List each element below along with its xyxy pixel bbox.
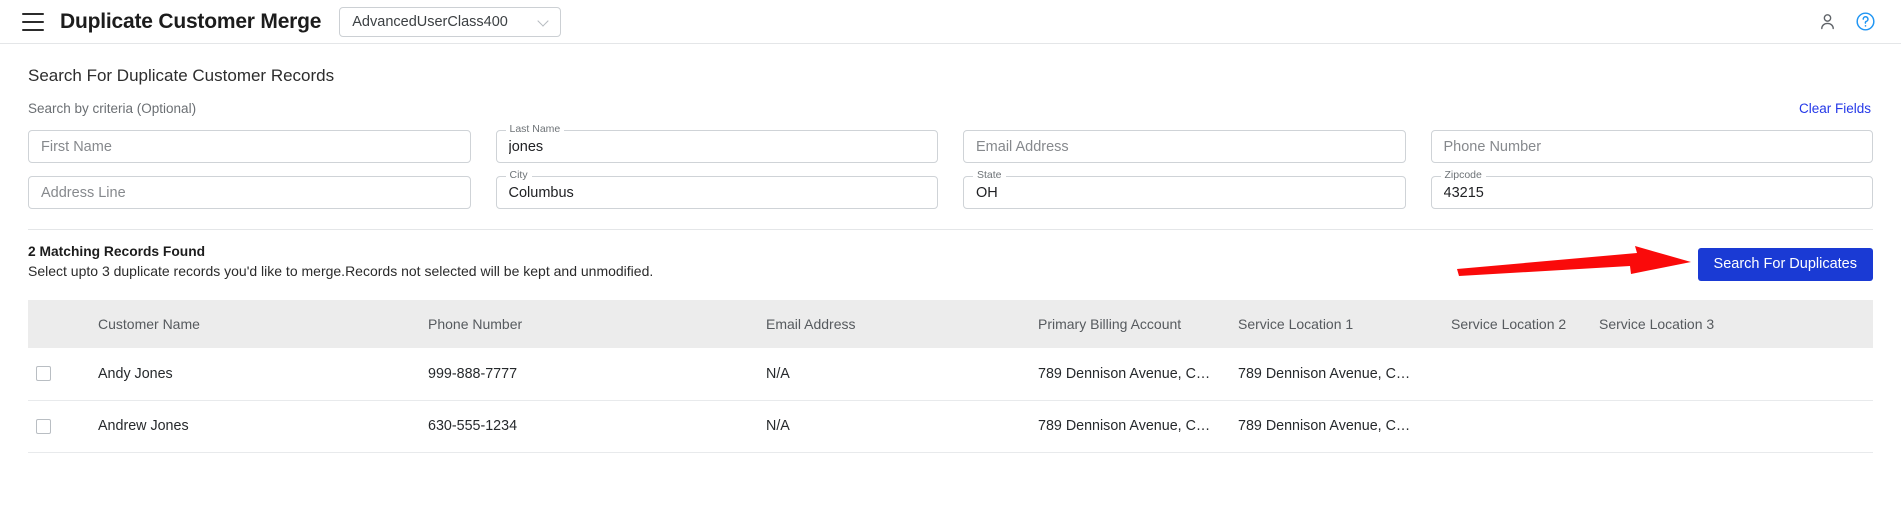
last-name-field[interactable]: Last Name jones bbox=[495, 123, 938, 163]
criteria-row: Search by criteria (Optional) Clear Fiel… bbox=[28, 101, 1873, 116]
cell-service-location-1: 789 Dennison Avenue, C… bbox=[1230, 400, 1443, 453]
results-bar: 2 Matching Records Found Select upto 3 d… bbox=[0, 230, 1901, 284]
user-class-value: AdvancedUserClass400 bbox=[352, 13, 508, 30]
cell-phone-number: 999-888-7777 bbox=[420, 348, 758, 401]
zipcode-field[interactable]: Zipcode 43215 bbox=[1430, 169, 1873, 209]
cell-customer-name: Andy Jones bbox=[90, 348, 420, 401]
row-select-cell bbox=[28, 348, 90, 401]
matching-records-count: 2 Matching Records Found bbox=[28, 244, 206, 259]
cell-email-address: N/A bbox=[758, 348, 1030, 401]
help-circle-icon[interactable] bbox=[1851, 8, 1879, 36]
cell-phone-number: 630-555-1234 bbox=[420, 400, 758, 453]
cell-service-location-1: 789 Dennison Avenue, C… bbox=[1230, 348, 1443, 401]
duplicates-table: Customer Name Phone Number Email Address… bbox=[28, 300, 1873, 453]
zipcode-input[interactable]: 43215 bbox=[1444, 176, 1864, 209]
table-row: Andy Jones 999-888-7777 N/A 789 Dennison… bbox=[28, 348, 1873, 401]
merge-instruction-text: Select upto 3 duplicate records you'd li… bbox=[28, 263, 654, 279]
search-section: Search For Duplicate Customer Records Se… bbox=[0, 44, 1901, 209]
address-line-input[interactable]: Address Line bbox=[41, 176, 461, 209]
results-actions: Search For Duplicates bbox=[1457, 244, 1873, 284]
cell-service-location-2 bbox=[1443, 348, 1591, 401]
first-name-field[interactable]: First Name bbox=[28, 130, 471, 163]
duplicates-table-wrap: Customer Name Phone Number Email Address… bbox=[0, 300, 1901, 453]
table-header: Customer Name Phone Number Email Address… bbox=[28, 300, 1873, 348]
address-line-field[interactable]: Address Line bbox=[28, 176, 471, 209]
cell-primary-billing-account: 789 Dennison Avenue, C… bbox=[1030, 348, 1230, 401]
phone-number-field[interactable]: Phone Number bbox=[1430, 130, 1873, 163]
column-header-service-location-3: Service Location 3 bbox=[1591, 300, 1873, 348]
cell-service-location-3 bbox=[1591, 348, 1873, 401]
row-checkbox[interactable] bbox=[36, 418, 51, 434]
results-summary: 2 Matching Records Found Select upto 3 d… bbox=[28, 244, 653, 279]
search-section-title: Search For Duplicate Customer Records bbox=[28, 66, 335, 85]
row-checkbox[interactable] bbox=[36, 366, 51, 382]
first-name-input[interactable]: First Name bbox=[41, 130, 461, 163]
column-header-customer-name: Customer Name bbox=[90, 300, 420, 348]
column-header-email-address: Email Address bbox=[758, 300, 1030, 348]
state-field[interactable]: State OH bbox=[963, 169, 1406, 209]
clear-fields-link[interactable]: Clear Fields bbox=[1799, 101, 1871, 116]
cell-primary-billing-account: 789 Dennison Avenue, C… bbox=[1030, 400, 1230, 453]
table-row: Andrew Jones 630-555-1234 N/A 789 Dennis… bbox=[28, 400, 1873, 453]
app-header: Duplicate Customer Merge AdvancedUserCla… bbox=[0, 0, 1901, 44]
cell-email-address: N/A bbox=[758, 400, 1030, 453]
cell-service-location-2 bbox=[1443, 400, 1591, 453]
column-header-service-location-1: Service Location 1 bbox=[1230, 300, 1443, 348]
column-header-select bbox=[28, 300, 90, 348]
row-select-cell bbox=[28, 400, 90, 453]
table-body: Andy Jones 999-888-7777 N/A 789 Dennison… bbox=[28, 348, 1873, 453]
email-address-field[interactable]: Email Address bbox=[963, 130, 1406, 163]
last-name-input[interactable]: jones bbox=[509, 130, 929, 163]
cell-service-location-3 bbox=[1591, 400, 1873, 453]
city-input[interactable]: Columbus bbox=[509, 176, 929, 209]
red-arrow-annotation-icon bbox=[1457, 246, 1691, 276]
table-header-row: Customer Name Phone Number Email Address… bbox=[28, 300, 1873, 348]
column-header-service-location-2: Service Location 2 bbox=[1443, 300, 1591, 348]
chevron-down-icon bbox=[539, 16, 550, 27]
column-header-primary-billing-account: Primary Billing Account bbox=[1030, 300, 1230, 348]
search-field-grid: First Name Last Name jones Email Address… bbox=[28, 123, 1873, 209]
search-for-duplicates-button[interactable]: Search For Duplicates bbox=[1697, 247, 1873, 281]
email-address-input[interactable]: Email Address bbox=[976, 130, 1396, 163]
city-field[interactable]: City Columbus bbox=[495, 169, 938, 209]
person-icon[interactable] bbox=[1813, 8, 1841, 36]
hamburger-menu-icon[interactable] bbox=[22, 12, 44, 31]
user-class-dropdown[interactable]: AdvancedUserClass400 bbox=[339, 6, 562, 37]
page-title: Duplicate Customer Merge bbox=[60, 9, 322, 33]
phone-number-input[interactable]: Phone Number bbox=[1444, 130, 1864, 163]
cell-customer-name: Andrew Jones bbox=[90, 400, 420, 453]
state-input[interactable]: OH bbox=[976, 176, 1396, 209]
criteria-hint: Search by criteria (Optional) bbox=[28, 101, 197, 116]
column-header-phone-number: Phone Number bbox=[420, 300, 758, 348]
